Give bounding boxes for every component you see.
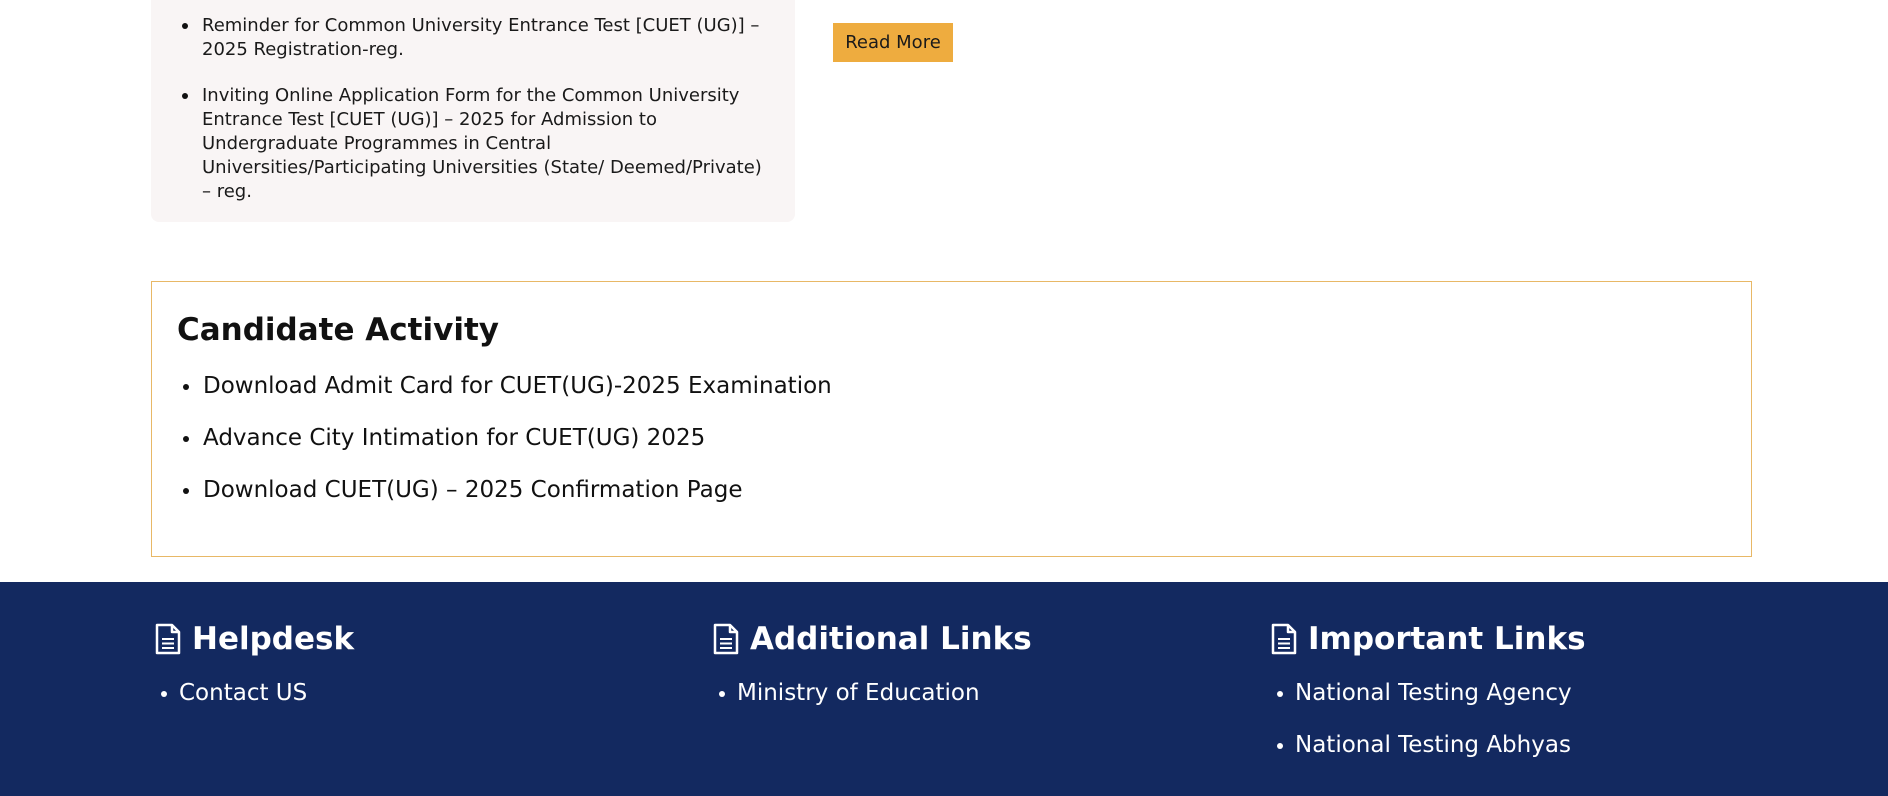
footer-heading-label: Helpdesk — [192, 621, 355, 657]
notices-panel: Reminder for Common University Entrance … — [151, 0, 795, 222]
candidate-activity-section: Candidate Activity Download Admit Card f… — [151, 281, 1752, 557]
footer-links-important: National Testing Agency National Testing… — [1270, 677, 1586, 781]
footer-column-additional-links: Additional Links Ministry of Education — [712, 621, 1032, 729]
notices-list: Reminder for Common University Entrance … — [182, 14, 772, 226]
candidate-activity-title: Candidate Activity — [177, 312, 499, 348]
national-testing-agency-link[interactable]: National Testing Agency — [1277, 677, 1586, 729]
ministry-of-education-link[interactable]: Ministry of Education — [719, 677, 1032, 729]
footer-heading-helpdesk: Helpdesk — [154, 621, 354, 657]
footer-heading-label: Important Links — [1308, 621, 1586, 657]
notice-item[interactable]: Inviting Online Application Form for the… — [182, 84, 772, 204]
advance-city-intimation-link[interactable]: Advance City Intimation for CUET(UG) 202… — [183, 422, 832, 474]
document-icon — [713, 623, 739, 655]
footer-column-helpdesk: Helpdesk Contact US — [154, 621, 354, 729]
contact-us-link[interactable]: Contact US — [160, 677, 354, 729]
document-icon — [155, 623, 181, 655]
read-more-button[interactable]: Read More — [833, 23, 953, 62]
footer-heading-additional-links: Additional Links — [712, 621, 1032, 657]
page: Reminder for Common University Entrance … — [0, 0, 1888, 796]
footer-links-additional: Ministry of Education — [712, 677, 1032, 729]
candidate-activity-list: Download Admit Card for CUET(UG)-2025 Ex… — [183, 370, 832, 526]
notice-item[interactable]: Reminder for Common University Entrance … — [182, 14, 772, 62]
footer-column-important-links: Important Links National Testing Agency … — [1270, 621, 1586, 781]
footer: Helpdesk Contact US Additional Links Min… — [0, 582, 1888, 796]
national-testing-abhyas-link[interactable]: National Testing Abhyas — [1277, 729, 1586, 781]
document-icon — [1271, 623, 1297, 655]
footer-heading-important-links: Important Links — [1270, 621, 1586, 657]
download-admit-card-link[interactable]: Download Admit Card for CUET(UG)-2025 Ex… — [183, 370, 832, 422]
footer-links-helpdesk: Contact US — [154, 677, 354, 729]
download-confirmation-page-link[interactable]: Download CUET(UG) – 2025 Confirmation Pa… — [183, 474, 832, 526]
footer-heading-label: Additional Links — [750, 621, 1032, 657]
